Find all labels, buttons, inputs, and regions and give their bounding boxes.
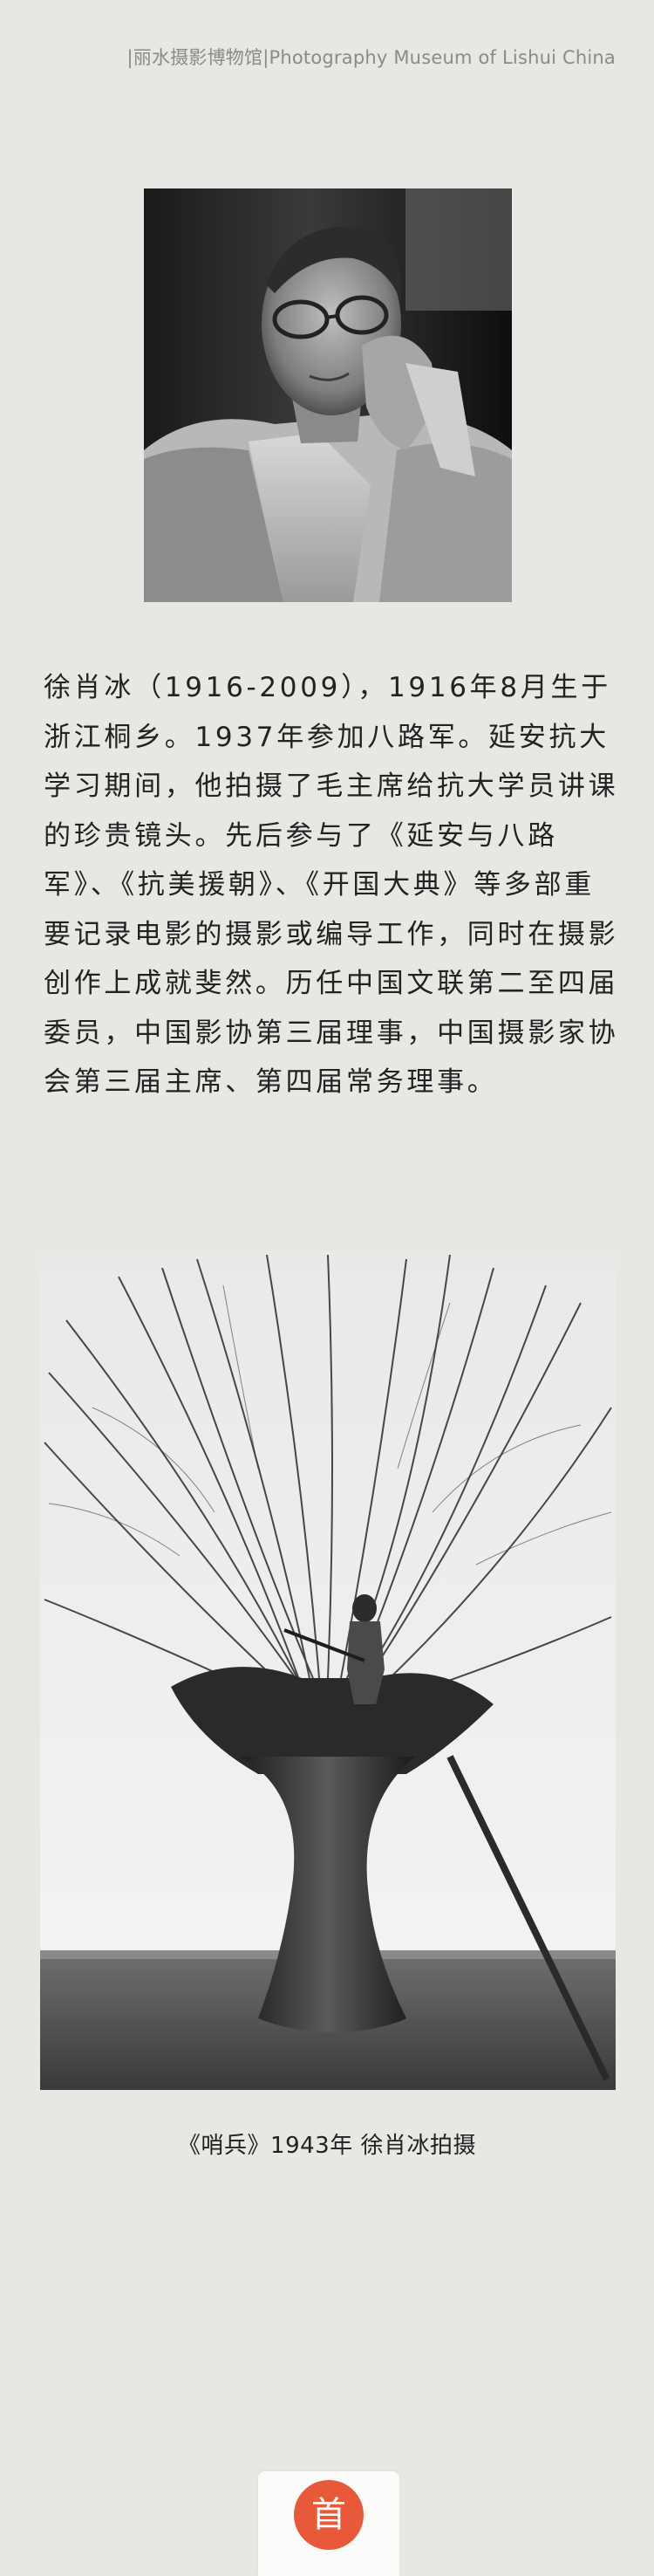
- photo-caption: 《哨兵》1943年 徐肖冰拍摄: [178, 2133, 476, 2159]
- footer-card: 首: [258, 2471, 399, 2576]
- biography-text: 徐肖冰（1916-2009），1916年8月生于浙江桐乡。1937年参加八路军。…: [44, 672, 619, 1098]
- home-button[interactable]: 首: [294, 2480, 364, 2550]
- museum-header: |丽水摄影博物馆|Photography Museum of Lishui Ch…: [126, 47, 616, 68]
- portrait-image: [144, 188, 512, 602]
- portrait-photo: [144, 188, 512, 602]
- sentry-photo: [40, 1250, 616, 2090]
- sentry-image: [40, 1250, 616, 2090]
